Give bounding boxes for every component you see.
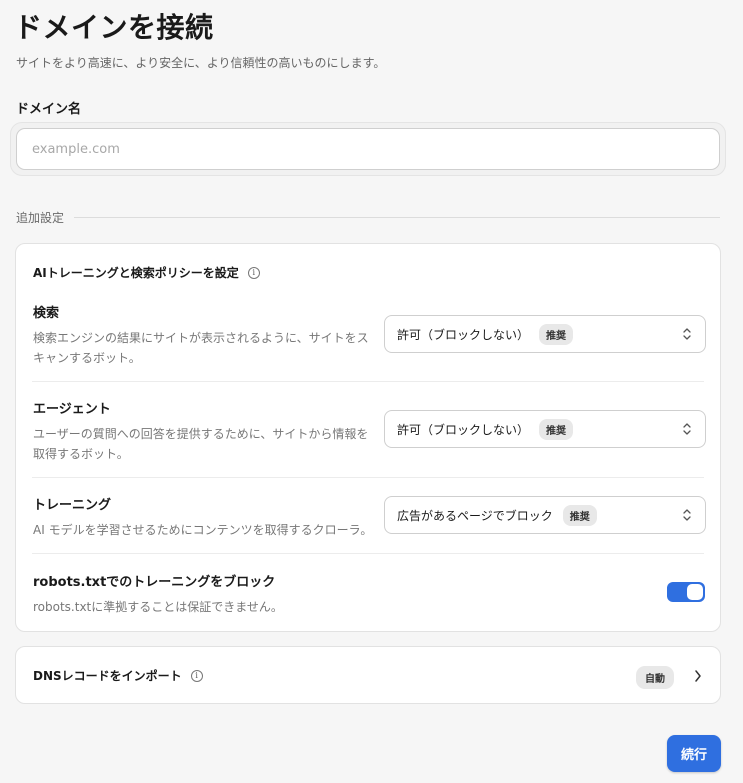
policy-row-desc: 検索エンジンの結果にサイトが表示されるように、サイトをスキャンするボット。 (33, 331, 369, 365)
select-value: 許可（ブロックしない） (397, 327, 530, 342)
domain-name-label: ドメイン名 (16, 102, 82, 117)
row-divider (32, 553, 704, 554)
training-policy-select[interactable]: 広告があるページでブロック 推奨 (384, 496, 706, 534)
recommended-badge: 推奨 (562, 504, 597, 526)
recommended-badge: 推奨 (539, 323, 574, 345)
info-icon[interactable]: i (247, 266, 260, 279)
agent-policy-select[interactable]: 許可（ブロックしない） 推奨 (384, 410, 706, 448)
connect-domain-page: ドメインを接続 サイトをより高速に、より安全に、より信頼性の高いものにします。 … (0, 0, 743, 783)
continue-button[interactable]: 続行 (667, 735, 721, 772)
dns-import-title-text: DNSレコードをインポート (33, 669, 182, 683)
ai-policy-title-text: AIトレーニングと検索ポリシーを設定 (33, 266, 239, 280)
select-value: 広告があるページでブロック (397, 508, 553, 523)
policy-row-robots: robots.txtでのトレーニングをブロック robots.txtに準拠するこ… (33, 571, 705, 617)
select-value: 許可（ブロックしない） (397, 422, 530, 437)
info-icon[interactable]: i (190, 669, 203, 682)
chevron-up-down-icon (683, 328, 691, 340)
auto-badge: 自動 (636, 666, 674, 689)
chevron-right-icon[interactable] (694, 669, 702, 683)
row-divider (32, 477, 704, 478)
page-subtitle: サイトをより高速に、より安全に、より信頼性の高いものにします。 (16, 56, 386, 70)
chevron-up-down-icon (683, 509, 691, 521)
section-divider (74, 216, 720, 218)
policy-row-desc: ユーザーの質問への回答を提供するために、サイトから情報を取得するボット。 (33, 427, 369, 461)
domain-input-wrapper (10, 122, 726, 176)
robots-row-name: robots.txtでのトレーニングをブロック (33, 575, 276, 590)
recommended-badge: 推奨 (539, 418, 574, 440)
chevron-up-down-icon (683, 423, 691, 435)
policy-row-desc: AI モデルを学習させるためにコンテンツを取得するクローラ。 (33, 523, 373, 537)
ai-policy-title: AIトレーニングと検索ポリシーを設定 i (33, 264, 260, 281)
row-divider (32, 381, 704, 382)
search-policy-select[interactable]: 許可（ブロックしない） 推奨 (384, 315, 706, 353)
ai-policy-card: AIトレーニングと検索ポリシーを設定 i 検索 検索エンジンの結果にサイトが表示… (15, 243, 721, 632)
additional-settings-header: 追加設定 (16, 209, 720, 225)
additional-settings-label: 追加設定 (16, 210, 65, 225)
domain-input[interactable] (16, 128, 720, 170)
toggle-knob (687, 584, 703, 600)
dns-import-card[interactable]: DNSレコードをインポート i 自動 (15, 646, 721, 704)
robots-row-desc: robots.txtに準拠することは保証できません。 (33, 600, 283, 614)
page-title: ドメインを接続 (14, 11, 214, 44)
dns-import-title: DNSレコードをインポート i (33, 667, 203, 684)
robots-block-toggle[interactable] (667, 582, 705, 602)
